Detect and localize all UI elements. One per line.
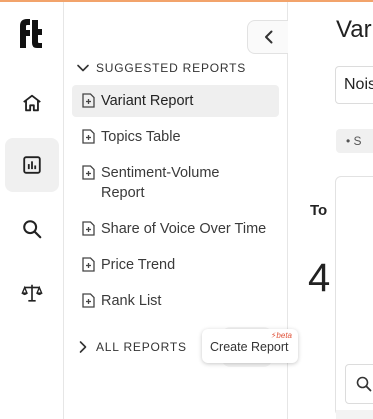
chevron-down-icon bbox=[77, 64, 89, 72]
report-doc-icon bbox=[82, 293, 95, 308]
nav-reports-button[interactable] bbox=[5, 138, 59, 192]
filter-chip[interactable]: • S bbox=[336, 129, 373, 153]
main-content: Var Nois • S To 4 bbox=[288, 2, 373, 419]
content-search-input[interactable] bbox=[345, 364, 373, 404]
table-header-strip bbox=[336, 410, 373, 419]
search-icon bbox=[356, 376, 372, 392]
chevron-right-icon bbox=[79, 341, 87, 353]
nav-search-button[interactable] bbox=[5, 202, 59, 256]
report-item-label: Price Trend bbox=[101, 257, 176, 273]
report-item-label: Variant Report bbox=[101, 93, 194, 109]
all-reports-header: ALL REPORTS bbox=[96, 340, 187, 354]
metric-card-value: 4 bbox=[308, 256, 331, 300]
report-item-label: Share of Voice Over Time bbox=[101, 221, 267, 237]
report-doc-icon bbox=[82, 165, 95, 180]
report-item-share-of-voice[interactable]: Share of Voice Over Time bbox=[72, 213, 279, 245]
create-report-tooltip-label: Create Report bbox=[210, 340, 289, 354]
report-item-variant-report[interactable]: Variant Report bbox=[72, 85, 279, 117]
beta-badge: ⚡beta bbox=[270, 331, 292, 340]
icon-rail bbox=[0, 2, 64, 419]
report-item-label: Sentiment-Volume Report bbox=[101, 165, 220, 201]
collapse-panel-button[interactable] bbox=[247, 20, 289, 54]
page-title: Var bbox=[336, 16, 372, 43]
app-logo[interactable] bbox=[17, 16, 45, 50]
nav-compare-button[interactable] bbox=[5, 266, 59, 320]
report-item-price-trend[interactable]: Price Trend bbox=[72, 249, 279, 281]
nav-home-button[interactable] bbox=[5, 76, 59, 130]
scale-icon bbox=[21, 284, 43, 302]
report-item-label: Rank List bbox=[101, 293, 162, 309]
search-icon bbox=[23, 220, 42, 239]
report-doc-icon bbox=[82, 221, 95, 236]
home-icon bbox=[23, 94, 41, 112]
chevron-left-icon bbox=[264, 30, 272, 44]
report-item-label: Topics Table bbox=[101, 129, 181, 145]
report-doc-icon bbox=[82, 93, 95, 108]
report-doc-icon bbox=[82, 257, 95, 272]
report-doc-icon bbox=[82, 129, 95, 144]
suggested-reports-header: SUGGESTED REPORTS bbox=[96, 61, 247, 75]
suggested-reports-toggle[interactable]: SUGGESTED REPORTS bbox=[76, 60, 246, 76]
report-item-sentiment-volume-report[interactable]: Sentiment-Volume Report bbox=[72, 157, 252, 209]
all-reports-toggle[interactable]: ALL REPORTS bbox=[76, 339, 187, 355]
reports-icon bbox=[23, 156, 41, 174]
report-item-topics-table[interactable]: Topics Table bbox=[72, 121, 279, 153]
create-report-tooltip: ⚡beta Create Report bbox=[202, 329, 298, 363]
filter-dropdown[interactable]: Nois bbox=[335, 66, 373, 104]
metric-card-title: To bbox=[310, 202, 328, 219]
report-item-rank-list[interactable]: Rank List bbox=[72, 285, 279, 317]
